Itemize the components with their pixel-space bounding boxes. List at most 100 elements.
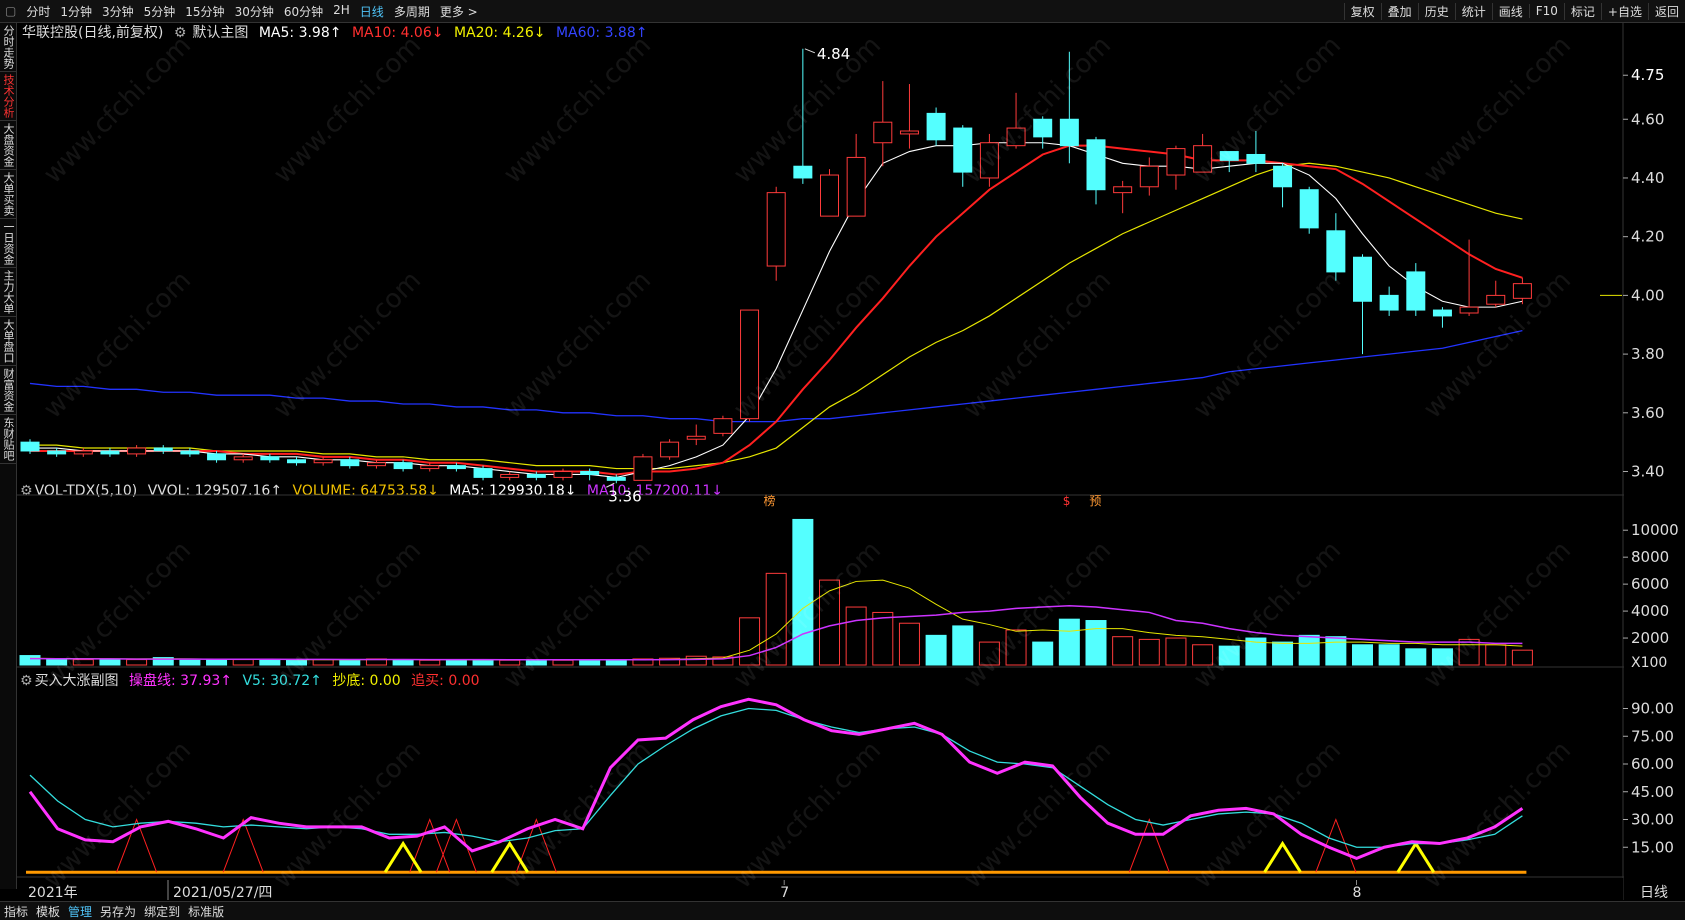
candle-body [20,441,40,452]
volume-bar [472,659,494,666]
candle-body [1353,256,1372,302]
volume-bar [1485,644,1507,666]
volume-bar [19,655,41,666]
volume-bar [1352,644,1373,666]
candle-body [1432,309,1452,317]
price-tick-label: 3.80 [1631,345,1664,363]
volume-bar [1378,644,1400,666]
candle-body [606,476,626,481]
bottom-button-0[interactable]: 指标 [0,903,32,920]
event-marker: $ [1063,494,1071,508]
candle-body [1379,294,1399,311]
candle-body [899,130,919,135]
candle-body [100,450,120,455]
volume-bar [1272,641,1294,666]
candle-body [446,465,466,470]
volume-bar [206,659,228,666]
candle-body [1406,271,1426,311]
ind-tick-label: 15.00 [1631,838,1674,856]
volume-bar [1325,636,1347,666]
candle-body [553,471,573,478]
candle-body [1086,139,1106,191]
vol-tick-label: 10000 [1631,521,1679,539]
candle-body [1166,148,1186,176]
candle-body [526,473,546,478]
candle-body [580,471,600,475]
ind-tick-label: 60.00 [1631,755,1674,773]
candle-body [340,459,360,467]
candle-body [287,459,306,464]
price-tick-label: 4.20 [1631,228,1664,246]
candle-body [260,456,280,461]
candle-body [1299,189,1319,229]
candle-body [846,156,866,217]
volume-bar [579,659,601,666]
volume-bar [845,606,867,666]
bottom-button-3[interactable]: 另存为 [96,903,140,920]
vol-tick-label: 8000 [1631,548,1669,566]
candle-body [127,447,147,455]
candle-body [1486,294,1506,305]
candle-body [713,418,733,434]
volume-bar [419,659,441,666]
volume-bar [685,655,707,666]
volume-bar [1298,634,1320,666]
price-tick-label: 3.60 [1631,404,1664,422]
volume-bar [952,625,974,666]
low-price-label: 3.36 [608,487,641,505]
candle-body [1059,118,1079,147]
candle-body [766,192,786,267]
candle-body [660,441,680,458]
volume-bar [898,622,920,666]
volume-bar [179,659,201,666]
volume-bar [232,659,254,666]
volume-bar [1165,637,1187,666]
candle-body [1113,186,1133,194]
zm-signal [1128,818,1170,873]
candle-body [153,447,173,452]
volume-bar [1511,649,1533,666]
volume-bar [126,659,148,666]
event-marker: 预 [1089,494,1101,508]
candle-body [1326,230,1346,273]
cd-signal [1263,840,1302,874]
vol-tick-label: 2000 [1631,629,1669,647]
candle-body [686,435,706,440]
volume-bar [1138,638,1160,666]
bottom-button-4[interactable]: 绑定到 [140,903,184,920]
ind-tick-label: 75.00 [1631,727,1674,745]
bottom-button-1[interactable]: 模板 [32,903,64,920]
zm-signal [1315,818,1357,873]
ind-tick-label: 30.00 [1631,811,1674,829]
candle-body [1459,306,1479,314]
price-tick-label: 3.40 [1631,463,1664,481]
candle-body [633,456,653,481]
price-tick-label: 4.40 [1631,169,1664,187]
volume-bar [392,659,414,666]
date-label: 7 [780,885,789,901]
volume-bar [925,634,947,666]
vol-tick-label: 4000 [1631,602,1669,620]
candle-body [393,462,413,470]
volume-bar [1405,648,1427,666]
event-marker: 榜 [764,493,776,508]
price-tick-label: 4.60 [1631,110,1664,128]
candle-body [366,462,386,467]
candle-body [500,473,520,478]
bottom-button-5[interactable]: 标准版 [184,903,228,920]
candle-body [313,459,333,464]
candle-body [180,450,200,455]
candle-body [207,453,227,461]
volume-bar [1112,636,1134,666]
vol-tick-label: 6000 [1631,575,1669,593]
candle-body [873,121,893,144]
candle-body [820,174,839,217]
volume-bar [99,659,121,666]
candle-body [1139,165,1159,188]
bottom-button-2[interactable]: 管理 [64,903,96,920]
volume-bar [1032,641,1054,666]
candle-body [473,468,493,478]
volume-bar [339,659,361,666]
vol-unit-label: X100 [1631,655,1667,671]
candle-body [1246,153,1266,164]
